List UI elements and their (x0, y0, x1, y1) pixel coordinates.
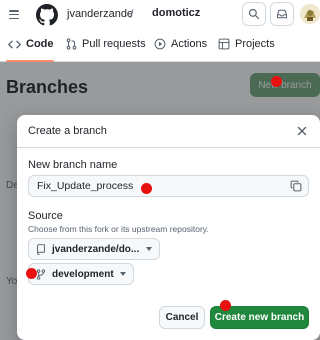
click-marker (26, 268, 37, 279)
chevron-down-icon (146, 247, 152, 251)
tab-pull-requests[interactable]: Pull requests (66, 38, 146, 50)
dialog-title: Create a branch (28, 125, 107, 137)
tab-code-label: Code (26, 38, 54, 50)
create-branch-dialog: Create a branch New branch name Source C… (17, 115, 320, 340)
git-pull-request-icon (66, 38, 77, 50)
tab-projects[interactable]: Projects (218, 38, 275, 50)
repo-navigation: Code Pull requests Actions Projects (0, 32, 320, 62)
click-marker (271, 76, 282, 87)
search-button[interactable] (242, 2, 266, 26)
breadcrumb-separator: / (130, 7, 134, 21)
github-logo-icon[interactable] (36, 4, 58, 26)
breadcrumb-repo[interactable]: domoticz (152, 7, 200, 19)
search-icon (248, 8, 260, 20)
branch-select-value: development (52, 268, 114, 280)
copy-icon (290, 180, 302, 192)
inbox-icon (276, 9, 288, 19)
chevron-down-icon (120, 272, 126, 276)
branch-name-input[interactable] (28, 175, 309, 197)
tab-code[interactable]: Code (8, 38, 54, 50)
repo-icon (37, 243, 45, 255)
code-icon (8, 40, 21, 48)
tab-actions[interactable]: Actions (154, 38, 207, 50)
table-icon (218, 38, 230, 50)
click-marker (220, 300, 231, 311)
top-bar: jvanderzande / domoticz (0, 0, 320, 32)
git-branch-icon (36, 268, 46, 280)
play-icon (154, 38, 166, 50)
tab-actions-label: Actions (171, 38, 208, 50)
branch-select[interactable]: development (28, 263, 134, 285)
branch-name-label: New branch name (28, 159, 118, 171)
source-description: Choose from this fork or its upstream re… (28, 224, 209, 234)
tab-pull-requests-label: Pull requests (82, 38, 146, 50)
tab-projects-label: Projects (235, 38, 275, 50)
breadcrumb-owner[interactable]: jvanderzande (67, 8, 133, 20)
copy-button[interactable] (289, 179, 303, 193)
click-marker (141, 183, 152, 194)
close-button[interactable] (295, 124, 309, 138)
repository-select[interactable]: jvanderzande/do... (28, 238, 160, 260)
repository-select-value: jvanderzande/do... (52, 243, 140, 255)
close-icon (297, 126, 307, 136)
hamburger-menu-icon[interactable] (9, 10, 19, 19)
source-label: Source (28, 210, 63, 222)
cancel-button[interactable]: Cancel (159, 306, 205, 329)
inbox-button[interactable] (270, 2, 294, 26)
user-avatar[interactable] (300, 4, 320, 24)
dialog-header: Create a branch (17, 115, 320, 148)
